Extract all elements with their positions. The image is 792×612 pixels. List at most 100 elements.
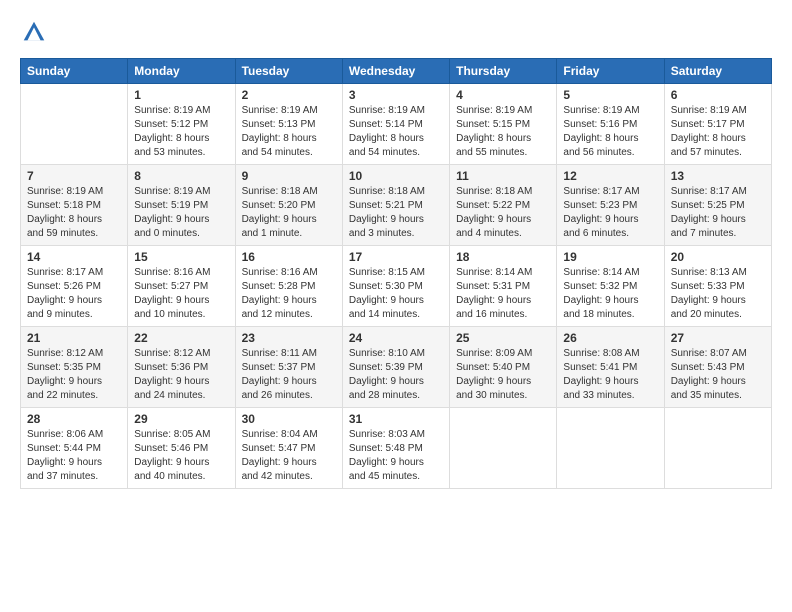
- day-number: 25: [456, 331, 550, 345]
- page-container: SundayMondayTuesdayWednesdayThursdayFrid…: [0, 0, 792, 499]
- day-info: Sunrise: 8:12 AMSunset: 5:35 PMDaylight:…: [27, 347, 121, 403]
- calendar-cell: 3Sunrise: 8:19 AMSunset: 5:14 PMDaylight…: [342, 84, 449, 165]
- day-number: 26: [563, 331, 657, 345]
- day-number: 30: [242, 412, 336, 426]
- day-info: Sunrise: 8:14 AMSunset: 5:31 PMDaylight:…: [456, 266, 550, 322]
- day-number: 18: [456, 250, 550, 264]
- day-number: 31: [349, 412, 443, 426]
- day-number: 24: [349, 331, 443, 345]
- week-row-1: 1 Sunrise: 8:19 AMSunset: 5:12 PMDaylight…: [21, 84, 772, 165]
- calendar-cell: 18 Sunrise: 8:14 AMSunset: 5:31 PMDayligh…: [450, 246, 557, 327]
- calendar-cell: 14 Sunrise: 8:17 AMSunset: 5:26 PMDayligh…: [21, 246, 128, 327]
- day-info: Sunrise: 8:19 AMSunset: 5:15 PMDaylight:…: [456, 104, 550, 160]
- calendar-cell: 1 Sunrise: 8:19 AMSunset: 5:12 PMDaylight…: [128, 84, 235, 165]
- weekday-header-wednesday: Wednesday: [342, 59, 449, 84]
- weekday-header-row: SundayMondayTuesdayWednesdayThursdayFrid…: [21, 59, 772, 84]
- day-info: Sunrise: 8:19 AMSunset: 5:13 PMDaylight:…: [242, 104, 336, 160]
- day-info: Sunrise: 8:19 AMSunset: 5:12 PMDaylight:…: [134, 104, 228, 160]
- weekday-header-sunday: Sunday: [21, 59, 128, 84]
- day-info: Sunrise: 8:14 AMSunset: 5:32 PMDaylight:…: [563, 266, 657, 322]
- calendar-cell: [557, 408, 664, 489]
- calendar-cell: 15 Sunrise: 8:16 AMSunset: 5:27 PMDayligh…: [128, 246, 235, 327]
- weekday-header-saturday: Saturday: [664, 59, 771, 84]
- day-number: 15: [134, 250, 228, 264]
- day-info: Sunrise: 8:15 AMSunset: 5:30 PMDaylight:…: [349, 266, 443, 322]
- calendar-cell: 9 Sunrise: 8:18 AMSunset: 5:20 PMDaylight…: [235, 165, 342, 246]
- day-info: Sunrise: 8:17 AMSunset: 5:23 PMDaylight:…: [563, 185, 657, 241]
- calendar-cell: [21, 84, 128, 165]
- calendar-cell: [450, 408, 557, 489]
- day-number: 3: [349, 88, 443, 102]
- calendar-cell: 4Sunrise: 8:19 AMSunset: 5:15 PMDaylight…: [450, 84, 557, 165]
- calendar-cell: 16 Sunrise: 8:16 AMSunset: 5:28 PMDayligh…: [235, 246, 342, 327]
- calendar-cell: 11 Sunrise: 8:18 AMSunset: 5:22 PMDayligh…: [450, 165, 557, 246]
- day-info: Sunrise: 8:04 AMSunset: 5:47 PMDaylight:…: [242, 428, 336, 484]
- calendar-cell: 23 Sunrise: 8:11 AMSunset: 5:37 PMDayligh…: [235, 327, 342, 408]
- day-number: 27: [671, 331, 765, 345]
- day-info: Sunrise: 8:18 AMSunset: 5:22 PMDaylight:…: [456, 185, 550, 241]
- day-number: 13: [671, 169, 765, 183]
- day-info: Sunrise: 8:03 AMSunset: 5:48 PMDaylight:…: [349, 428, 443, 484]
- day-number: 12: [563, 169, 657, 183]
- calendar-cell: 10Sunrise: 8:18 AMSunset: 5:21 PMDayligh…: [342, 165, 449, 246]
- day-number: 6: [671, 88, 765, 102]
- calendar-cell: 26 Sunrise: 8:08 AMSunset: 5:41 PMDayligh…: [557, 327, 664, 408]
- day-info: Sunrise: 8:16 AMSunset: 5:27 PMDaylight:…: [134, 266, 228, 322]
- calendar-cell: 20 Sunrise: 8:13 AMSunset: 5:33 PMDayligh…: [664, 246, 771, 327]
- day-number: 10: [349, 169, 443, 183]
- weekday-header-monday: Monday: [128, 59, 235, 84]
- day-info: Sunrise: 8:17 AMSunset: 5:25 PMDaylight:…: [671, 185, 765, 241]
- day-number: 14: [27, 250, 121, 264]
- calendar-cell: 12 Sunrise: 8:17 AMSunset: 5:23 PMDayligh…: [557, 165, 664, 246]
- day-info: Sunrise: 8:07 AMSunset: 5:43 PMDaylight:…: [671, 347, 765, 403]
- calendar-cell: 21 Sunrise: 8:12 AMSunset: 5:35 PMDayligh…: [21, 327, 128, 408]
- calendar-cell: 24 Sunrise: 8:10 AMSunset: 5:39 PMDayligh…: [342, 327, 449, 408]
- week-row-2: 7Sunrise: 8:19 AMSunset: 5:18 PMDaylight…: [21, 165, 772, 246]
- calendar-table: SundayMondayTuesdayWednesdayThursdayFrid…: [20, 58, 772, 489]
- page-header: [20, 18, 772, 46]
- day-info: Sunrise: 8:09 AMSunset: 5:40 PMDaylight:…: [456, 347, 550, 403]
- day-number: 23: [242, 331, 336, 345]
- calendar-cell: 6Sunrise: 8:19 AMSunset: 5:17 PMDaylight…: [664, 84, 771, 165]
- calendar-cell: [664, 408, 771, 489]
- day-info: Sunrise: 8:11 AMSunset: 5:37 PMDaylight:…: [242, 347, 336, 403]
- calendar-cell: 29Sunrise: 8:05 AMSunset: 5:46 PMDayligh…: [128, 408, 235, 489]
- day-number: 22: [134, 331, 228, 345]
- day-info: Sunrise: 8:08 AMSunset: 5:41 PMDaylight:…: [563, 347, 657, 403]
- day-number: 17: [349, 250, 443, 264]
- calendar-cell: 17 Sunrise: 8:15 AMSunset: 5:30 PMDayligh…: [342, 246, 449, 327]
- day-number: 1: [134, 88, 228, 102]
- day-info: Sunrise: 8:10 AMSunset: 5:39 PMDaylight:…: [349, 347, 443, 403]
- weekday-header-tuesday: Tuesday: [235, 59, 342, 84]
- day-info: Sunrise: 8:19 AMSunset: 5:16 PMDaylight:…: [563, 104, 657, 160]
- calendar-cell: 8Sunrise: 8:19 AMSunset: 5:19 PMDaylight…: [128, 165, 235, 246]
- calendar-cell: 28Sunrise: 8:06 AMSunset: 5:44 PMDayligh…: [21, 408, 128, 489]
- calendar-cell: 25 Sunrise: 8:09 AMSunset: 5:40 PMDayligh…: [450, 327, 557, 408]
- weekday-header-friday: Friday: [557, 59, 664, 84]
- day-info: Sunrise: 8:18 AMSunset: 5:20 PMDaylight:…: [242, 185, 336, 241]
- day-number: 5: [563, 88, 657, 102]
- calendar-cell: 19Sunrise: 8:14 AMSunset: 5:32 PMDayligh…: [557, 246, 664, 327]
- calendar-cell: 27 Sunrise: 8:07 AMSunset: 5:43 PMDayligh…: [664, 327, 771, 408]
- day-info: Sunrise: 8:19 AMSunset: 5:19 PMDaylight:…: [134, 185, 228, 241]
- calendar-cell: 13 Sunrise: 8:17 AMSunset: 5:25 PMDayligh…: [664, 165, 771, 246]
- day-number: 2: [242, 88, 336, 102]
- day-info: Sunrise: 8:17 AMSunset: 5:26 PMDaylight:…: [27, 266, 121, 322]
- day-number: 11: [456, 169, 550, 183]
- day-number: 9: [242, 169, 336, 183]
- day-number: 21: [27, 331, 121, 345]
- week-row-3: 14 Sunrise: 8:17 AMSunset: 5:26 PMDayligh…: [21, 246, 772, 327]
- day-number: 28: [27, 412, 121, 426]
- day-info: Sunrise: 8:13 AMSunset: 5:33 PMDaylight:…: [671, 266, 765, 322]
- calendar-cell: 2 Sunrise: 8:19 AMSunset: 5:13 PMDaylight…: [235, 84, 342, 165]
- day-number: 16: [242, 250, 336, 264]
- week-row-4: 21 Sunrise: 8:12 AMSunset: 5:35 PMDayligh…: [21, 327, 772, 408]
- day-info: Sunrise: 8:19 AMSunset: 5:18 PMDaylight:…: [27, 185, 121, 241]
- logo: [20, 18, 52, 46]
- calendar-cell: 7Sunrise: 8:19 AMSunset: 5:18 PMDaylight…: [21, 165, 128, 246]
- calendar-cell: 5 Sunrise: 8:19 AMSunset: 5:16 PMDaylight…: [557, 84, 664, 165]
- calendar-cell: 30 Sunrise: 8:04 AMSunset: 5:47 PMDayligh…: [235, 408, 342, 489]
- day-number: 20: [671, 250, 765, 264]
- week-row-5: 28Sunrise: 8:06 AMSunset: 5:44 PMDayligh…: [21, 408, 772, 489]
- day-info: Sunrise: 8:16 AMSunset: 5:28 PMDaylight:…: [242, 266, 336, 322]
